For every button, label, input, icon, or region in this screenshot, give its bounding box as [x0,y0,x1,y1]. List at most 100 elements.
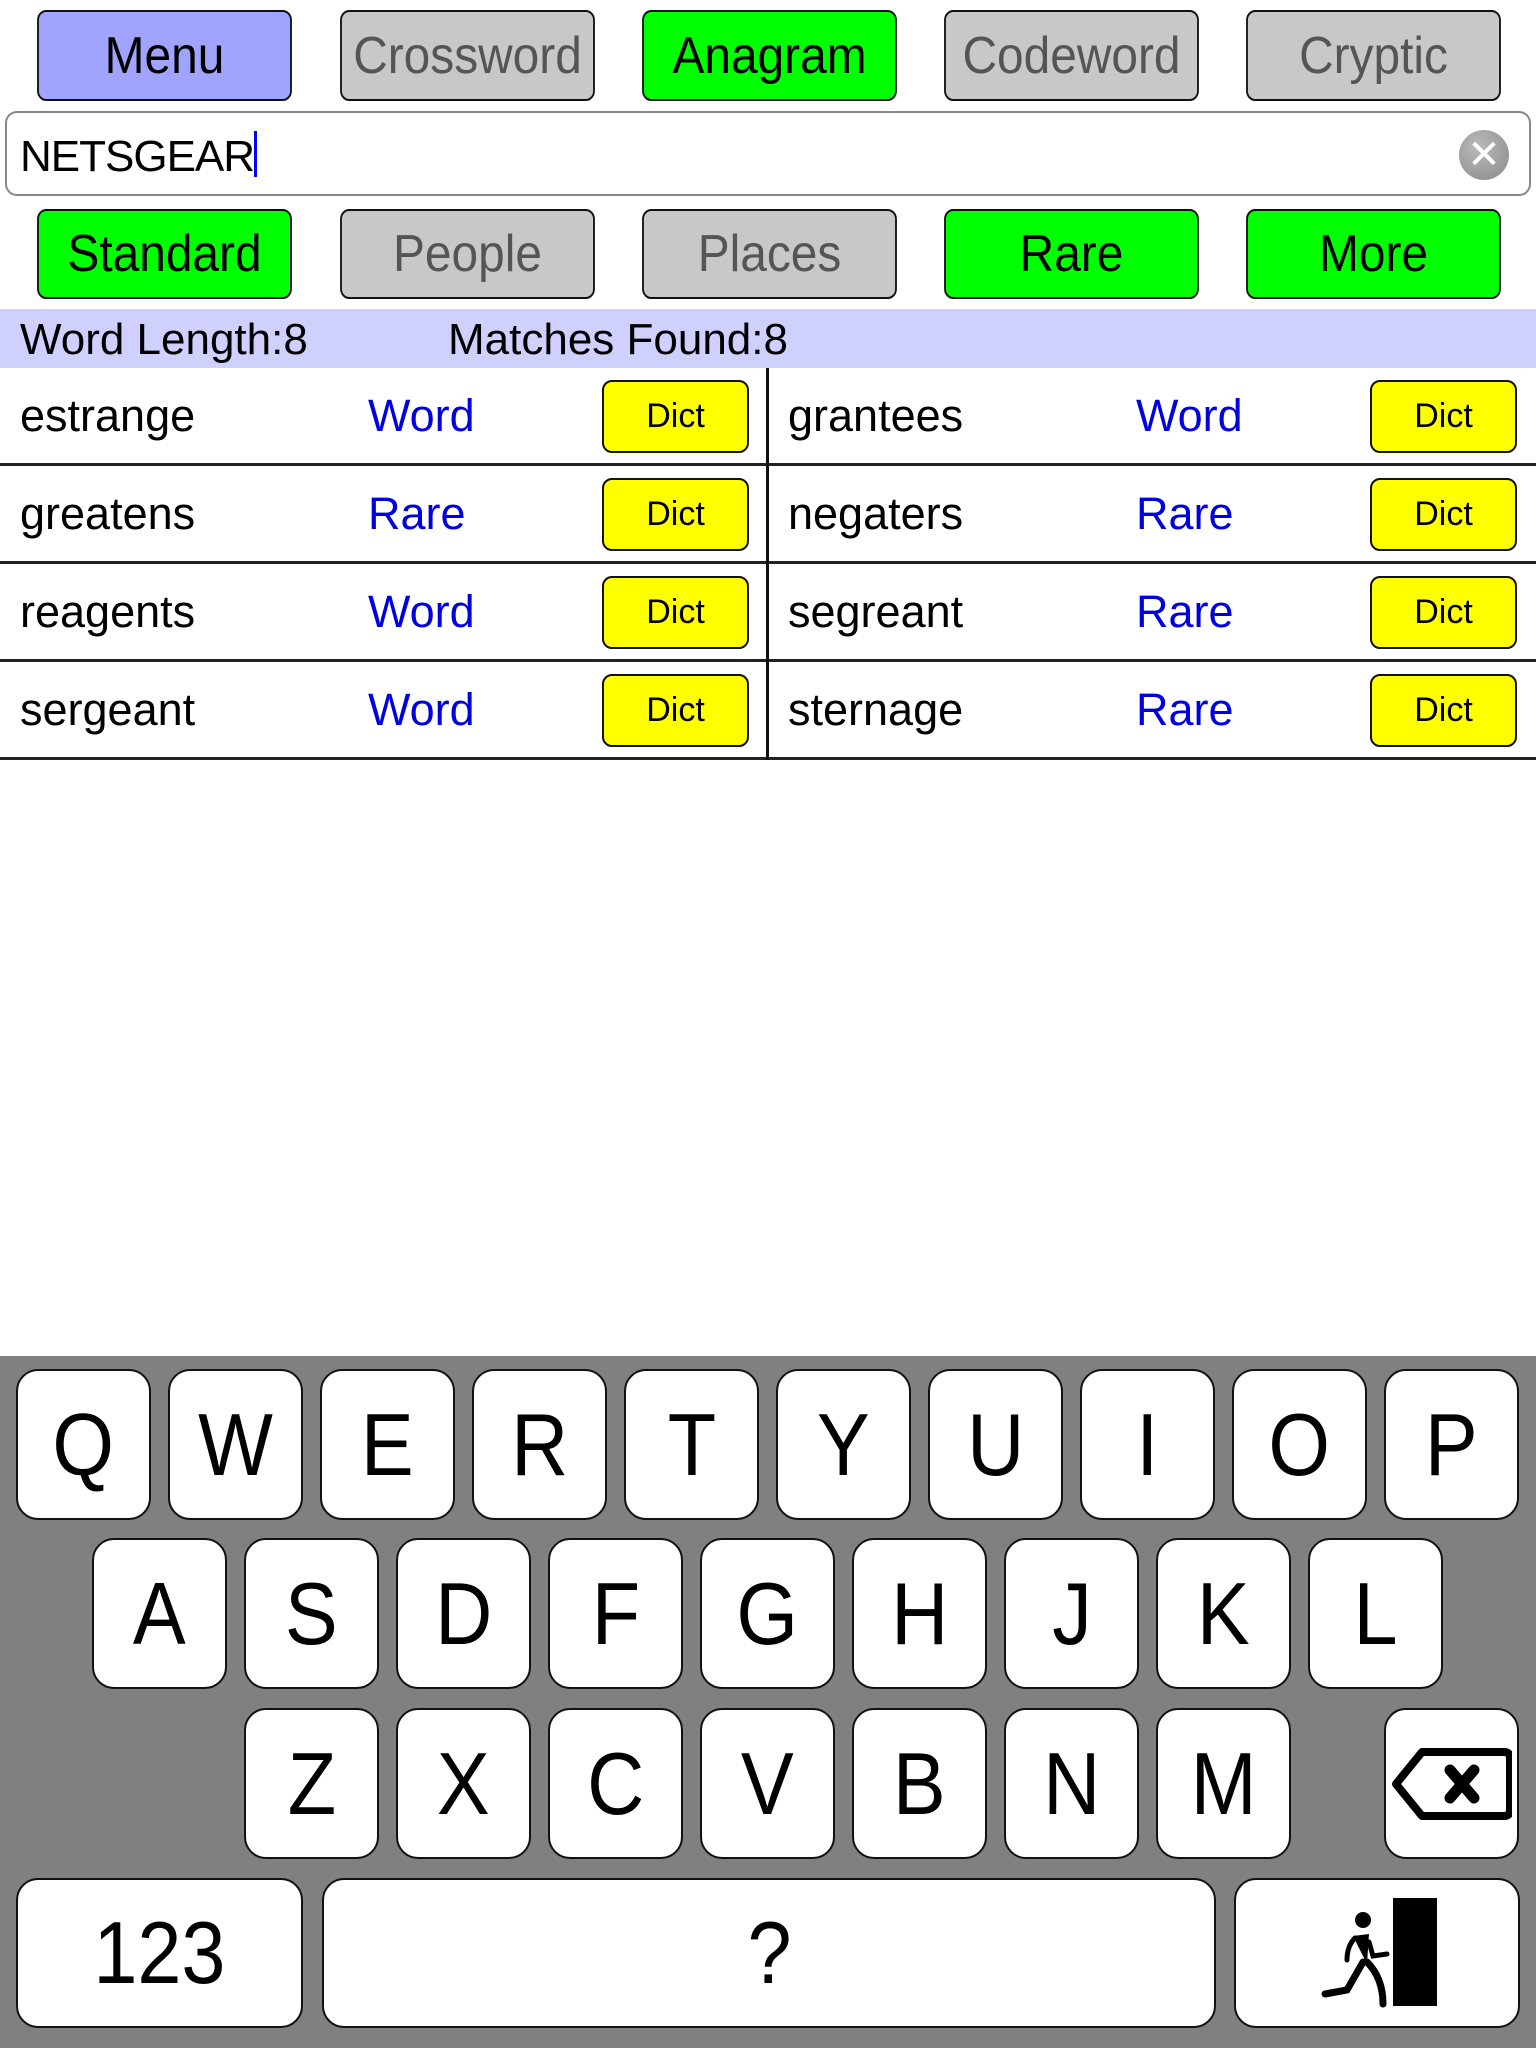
tab-codeword[interactable]: Codeword [944,10,1199,101]
key-label: B [893,1733,946,1833]
filter-more[interactable]: More [1246,209,1501,299]
result-word: sergeant [20,684,196,735]
tab-crossword[interactable]: Crossword [340,10,595,101]
result-type-link[interactable]: Rare [368,488,466,540]
column-divider [766,368,769,760]
result-cell: grantees Word Dict [768,368,1536,463]
tab-anagram[interactable]: Anagram [642,10,897,101]
key-j[interactable]: J [1004,1538,1139,1689]
result-cell: segreant Rare Dict [768,564,1536,659]
key-d[interactable]: D [396,1538,531,1689]
dict-button[interactable]: Dict [1370,478,1517,551]
dict-button[interactable]: Dict [1370,674,1517,747]
key-a[interactable]: A [92,1538,227,1689]
key-label: Y [817,1394,870,1494]
key-label: P [1425,1394,1478,1494]
filter-standard[interactable]: Standard [37,209,292,299]
key-k[interactable]: K [1156,1538,1291,1689]
key-t[interactable]: T [624,1369,759,1520]
key-p[interactable]: P [1384,1369,1519,1520]
wildcard-key[interactable]: ? [322,1878,1216,2028]
key-n[interactable]: N [1004,1708,1139,1859]
dict-button[interactable]: Dict [602,380,749,453]
tab-crossword-label: Crossword [353,26,582,85]
tab-cryptic[interactable]: Cryptic [1246,10,1501,101]
filter-rare-label: Rare [1019,225,1124,283]
key-b[interactable]: B [852,1708,987,1859]
key-label: C [586,1733,645,1833]
key-r[interactable]: R [472,1369,607,1520]
key-e[interactable]: E [320,1369,455,1520]
key-label: ? [746,1903,792,2002]
key-c[interactable]: C [548,1708,683,1859]
key-label: T [667,1394,716,1494]
key-label: M [1190,1733,1257,1833]
result-type-link[interactable]: Word [368,586,475,638]
key-label: N [1042,1733,1101,1833]
dict-button[interactable]: Dict [1370,576,1517,649]
key-q[interactable]: Q [16,1369,151,1520]
dict-button[interactable]: Dict [1370,380,1517,453]
key-label: D [434,1563,493,1663]
menu-button-label: Menu [104,26,225,85]
backspace-key[interactable] [1384,1708,1519,1859]
result-cell: reagents Word Dict [0,564,768,659]
result-word: reagents [20,586,196,637]
word-length: Word Length:8 [20,315,308,364]
key-label: J [1051,1563,1092,1663]
key-label: K [1197,1563,1250,1663]
filter-people[interactable]: People [340,209,595,299]
result-word: greatens [20,488,196,539]
tab-codeword-label: Codeword [962,26,1181,85]
letters-input-value-wrap: NETSGEAR [20,131,258,182]
key-v[interactable]: V [700,1708,835,1859]
key-label: O [1268,1394,1331,1494]
key-w[interactable]: W [168,1369,303,1520]
filter-more-label: More [1318,225,1428,283]
key-label: V [741,1733,794,1833]
key-i[interactable]: I [1080,1369,1215,1520]
key-m[interactable]: M [1156,1708,1291,1859]
key-g[interactable]: G [700,1538,835,1689]
result-cell: sergeant Word Dict [0,662,768,757]
exit-key[interactable] [1234,1878,1520,2028]
result-word: estrange [20,390,196,441]
key-z[interactable]: Z [244,1708,379,1859]
matches-found: Matches Found:8 [448,315,788,364]
filter-standard-label: Standard [67,225,262,283]
result-type-link[interactable]: Word [368,390,475,442]
clear-circle-icon[interactable]: ✕ [1459,130,1509,180]
tab-cryptic-label: Cryptic [1299,26,1448,85]
key-label: 123 [93,1903,226,2002]
result-type-link[interactable]: Rare [1136,488,1234,540]
dict-button[interactable]: Dict [602,478,749,551]
menu-button[interactable]: Menu [37,10,292,101]
key-o[interactable]: O [1232,1369,1367,1520]
key-f[interactable]: F [548,1538,683,1689]
key-label: I [1136,1394,1159,1494]
dict-button[interactable]: Dict [602,576,749,649]
key-u[interactable]: U [928,1369,1063,1520]
dict-button[interactable]: Dict [602,674,749,747]
key-s[interactable]: S [244,1538,379,1689]
key-label: S [285,1563,338,1663]
key-y[interactable]: Y [776,1369,911,1520]
text-caret [254,131,258,177]
result-type-link[interactable]: Word [1136,390,1243,442]
result-type-link[interactable]: Rare [1136,684,1234,736]
result-type-link[interactable]: Rare [1136,586,1234,638]
numbers-key[interactable]: 123 [16,1878,303,2028]
key-label: F [591,1563,640,1663]
key-l[interactable]: L [1308,1538,1443,1689]
result-word: grantees [788,390,964,441]
letters-input[interactable]: NETSGEAR ✕ [5,111,1531,196]
key-label: E [361,1394,414,1494]
exit-door-icon [1321,1898,1437,2008]
result-type-link[interactable]: Word [368,684,475,736]
filter-rare[interactable]: Rare [944,209,1199,299]
key-x[interactable]: X [396,1708,531,1859]
filter-places[interactable]: Places [642,209,897,299]
key-h[interactable]: H [852,1538,987,1689]
tab-anagram-label: Anagram [672,26,867,85]
result-cell: sternage Rare Dict [768,662,1536,757]
